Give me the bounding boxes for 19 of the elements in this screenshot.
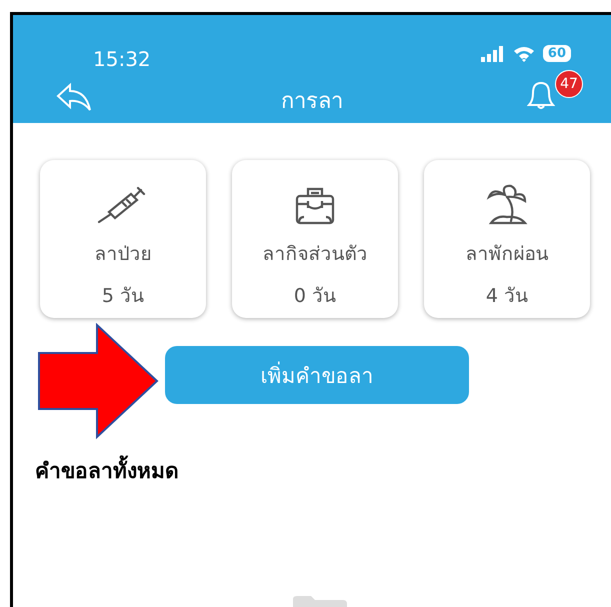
bell-icon[interactable] <box>527 79 555 111</box>
leave-card[interactable]: ลาป่วย 5 วัน <box>40 160 206 318</box>
status-time: 15:32 <box>93 47 151 71</box>
back-icon[interactable] <box>56 82 92 112</box>
notification-badge: 47 <box>555 70 583 98</box>
palm-tree-icon <box>485 183 529 227</box>
section-title: คำขอลาทั้งหมด <box>35 454 611 487</box>
wifi-icon <box>512 46 535 62</box>
leave-days: 5 วัน <box>102 280 144 310</box>
leave-card[interactable]: ลากิจส่วนตัว 0 วัน <box>232 160 398 318</box>
page-title: การลา <box>280 88 344 116</box>
leave-type-label: ลาป่วย <box>94 242 152 267</box>
leave-type-label: ลากิจส่วนตัว <box>262 242 368 267</box>
leave-type-label: ลาพักผ่อน <box>466 242 548 267</box>
leave-days: 4 วัน <box>486 280 528 310</box>
battery-level: 60 <box>542 45 571 62</box>
signal-icon <box>480 46 505 62</box>
leave-card[interactable]: ลาพักผ่อน 4 วัน <box>424 160 590 318</box>
leave-days: 0 วัน <box>294 280 336 310</box>
